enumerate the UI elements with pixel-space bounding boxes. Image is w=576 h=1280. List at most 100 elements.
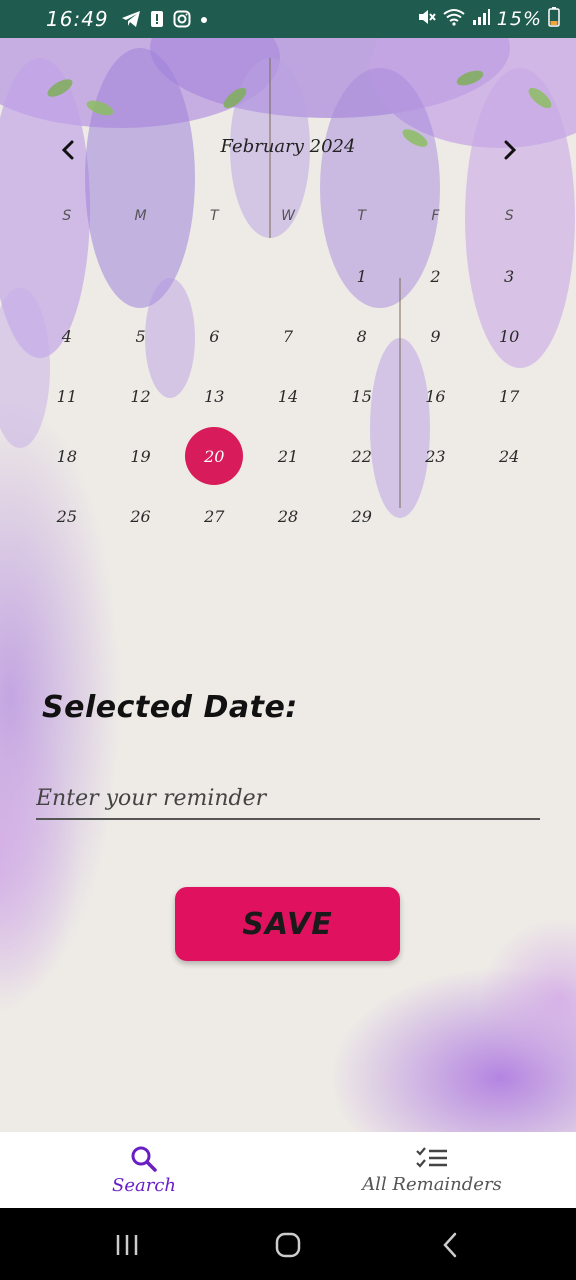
telegram-icon <box>121 10 141 28</box>
calendar-day-number: 11 <box>56 386 78 406</box>
nav-all-reminders[interactable]: All Remainders <box>288 1132 576 1208</box>
previous-month-button[interactable] <box>56 136 80 164</box>
calendar-empty-cell <box>104 246 178 306</box>
calendar-day[interactable]: 9 <box>399 306 473 366</box>
dot-icon <box>200 10 208 28</box>
calendar-day-selected[interactable]: 20 <box>177 426 251 486</box>
wisteria-illustration <box>0 38 576 1132</box>
calendar-day-number: 17 <box>498 386 520 406</box>
nav-all-reminders-label: All Remainders <box>362 1173 502 1195</box>
calendar-day[interactable]: 19 <box>104 426 178 486</box>
calendar-day[interactable]: 25 <box>30 486 104 546</box>
calendar-day-number: 27 <box>204 506 225 526</box>
calendar-day[interactable]: 1 <box>325 246 399 306</box>
calendar-day[interactable]: 16 <box>399 366 473 426</box>
back-button[interactable] <box>430 1230 470 1260</box>
mute-icon <box>417 7 437 31</box>
notification-icon <box>150 10 164 28</box>
back-icon <box>443 1232 457 1258</box>
calendar-day-number: 13 <box>204 386 225 406</box>
calendar-day-number: 2 <box>430 266 441 286</box>
next-month-button[interactable] <box>498 136 522 164</box>
calendar-day-number: 29 <box>351 506 372 526</box>
calendar-day[interactable]: 6 <box>177 306 251 366</box>
calendar-day[interactable]: 26 <box>104 486 178 546</box>
calendar-day[interactable]: 28 <box>251 486 325 546</box>
month-label: February 2024 <box>220 136 356 157</box>
nav-search-label: Search <box>112 1174 176 1196</box>
status-left-icons <box>121 10 208 28</box>
status-bar: 16:49 15% <box>0 0 576 38</box>
calendar-day[interactable]: 21 <box>251 426 325 486</box>
calendar-day[interactable]: 5 <box>104 306 178 366</box>
calendar-day-number: 7 <box>282 326 294 346</box>
calendar-day[interactable]: 7 <box>251 306 325 366</box>
calendar-day-number: 10 <box>498 326 520 346</box>
signal-icon <box>471 7 491 31</box>
recent-apps-icon <box>116 1235 138 1255</box>
calendar-day[interactable]: 13 <box>177 366 251 426</box>
calendar-day[interactable]: 3 <box>472 246 546 306</box>
calendar-day[interactable]: 8 <box>325 306 399 366</box>
home-button[interactable] <box>268 1230 308 1260</box>
calendar-day-number: 25 <box>56 506 78 526</box>
chevron-right-icon <box>504 140 517 160</box>
nav-search[interactable]: Search <box>0 1132 288 1208</box>
weekday-label: M <box>134 208 147 224</box>
calendar-day-number: 14 <box>277 386 299 406</box>
calendar-day[interactable]: 17 <box>472 366 546 426</box>
battery-percent: 15% <box>496 8 542 30</box>
calendar-day-number: 23 <box>425 446 446 466</box>
status-time: 16:49 <box>46 7 109 31</box>
calendar-day[interactable]: 24 <box>472 426 546 486</box>
calendar-day-number: 26 <box>130 506 151 526</box>
calendar-empty-cell <box>251 246 325 306</box>
calendar-day[interactable]: 10 <box>472 306 546 366</box>
calendar-day[interactable]: 23 <box>399 426 473 486</box>
calendar-day-number: 28 <box>277 506 299 526</box>
calendar-empty-cell <box>472 486 546 546</box>
weekday-row: SMTWTFS <box>30 208 546 224</box>
calendar-day[interactable]: 15 <box>325 366 399 426</box>
calendar-day[interactable]: 29 <box>325 486 399 546</box>
calendar-day[interactable]: 22 <box>325 426 399 486</box>
calendar-day-number: 3 <box>504 266 515 286</box>
home-icon <box>275 1232 301 1258</box>
calendar-day[interactable]: 18 <box>30 426 104 486</box>
calendar-empty-cell <box>177 246 251 306</box>
recent-apps-button[interactable] <box>107 1230 147 1260</box>
calendar-day[interactable]: 2 <box>399 246 473 306</box>
calendar-day-number: 9 <box>430 326 441 346</box>
calendar-empty-cell <box>30 246 104 306</box>
bottom-navigation: Search All Remainders <box>0 1132 576 1208</box>
calendar-day-number: 5 <box>135 326 146 346</box>
calendar-empty-cell <box>399 486 473 546</box>
calendar-header: February 2024 <box>0 132 576 168</box>
save-button[interactable]: SAVE <box>175 887 400 961</box>
system-navigation-bar <box>0 1208 576 1280</box>
weekday-label: F <box>431 208 440 224</box>
calendar-day-number: 18 <box>56 446 78 466</box>
instagram-icon <box>173 10 191 28</box>
search-icon <box>131 1146 157 1172</box>
calendar-day[interactable]: 4 <box>30 306 104 366</box>
calendar-day[interactable]: 14 <box>251 366 325 426</box>
weekday-label: T <box>210 208 219 224</box>
weekday-label: S <box>504 208 514 224</box>
calendar-day[interactable]: 27 <box>177 486 251 546</box>
weekday-label: W <box>281 208 295 224</box>
wifi-icon <box>443 7 465 31</box>
calendar-day-number: 16 <box>425 386 446 406</box>
calendar-day-number: 20 <box>185 427 244 485</box>
calendar-day-number: 15 <box>351 386 372 406</box>
chevron-left-icon <box>61 140 74 160</box>
reminder-input[interactable] <box>36 778 540 820</box>
selected-date-label: Selected Date: <box>42 690 298 725</box>
calendar-day-number: 6 <box>209 326 220 346</box>
weekday-label: T <box>357 208 366 224</box>
calendar-day-number: 12 <box>130 386 151 406</box>
calendar-day-number: 1 <box>356 266 367 286</box>
calendar-day[interactable]: 11 <box>30 366 104 426</box>
calendar-day[interactable]: 12 <box>104 366 178 426</box>
calendar-day-number: 4 <box>61 326 72 346</box>
